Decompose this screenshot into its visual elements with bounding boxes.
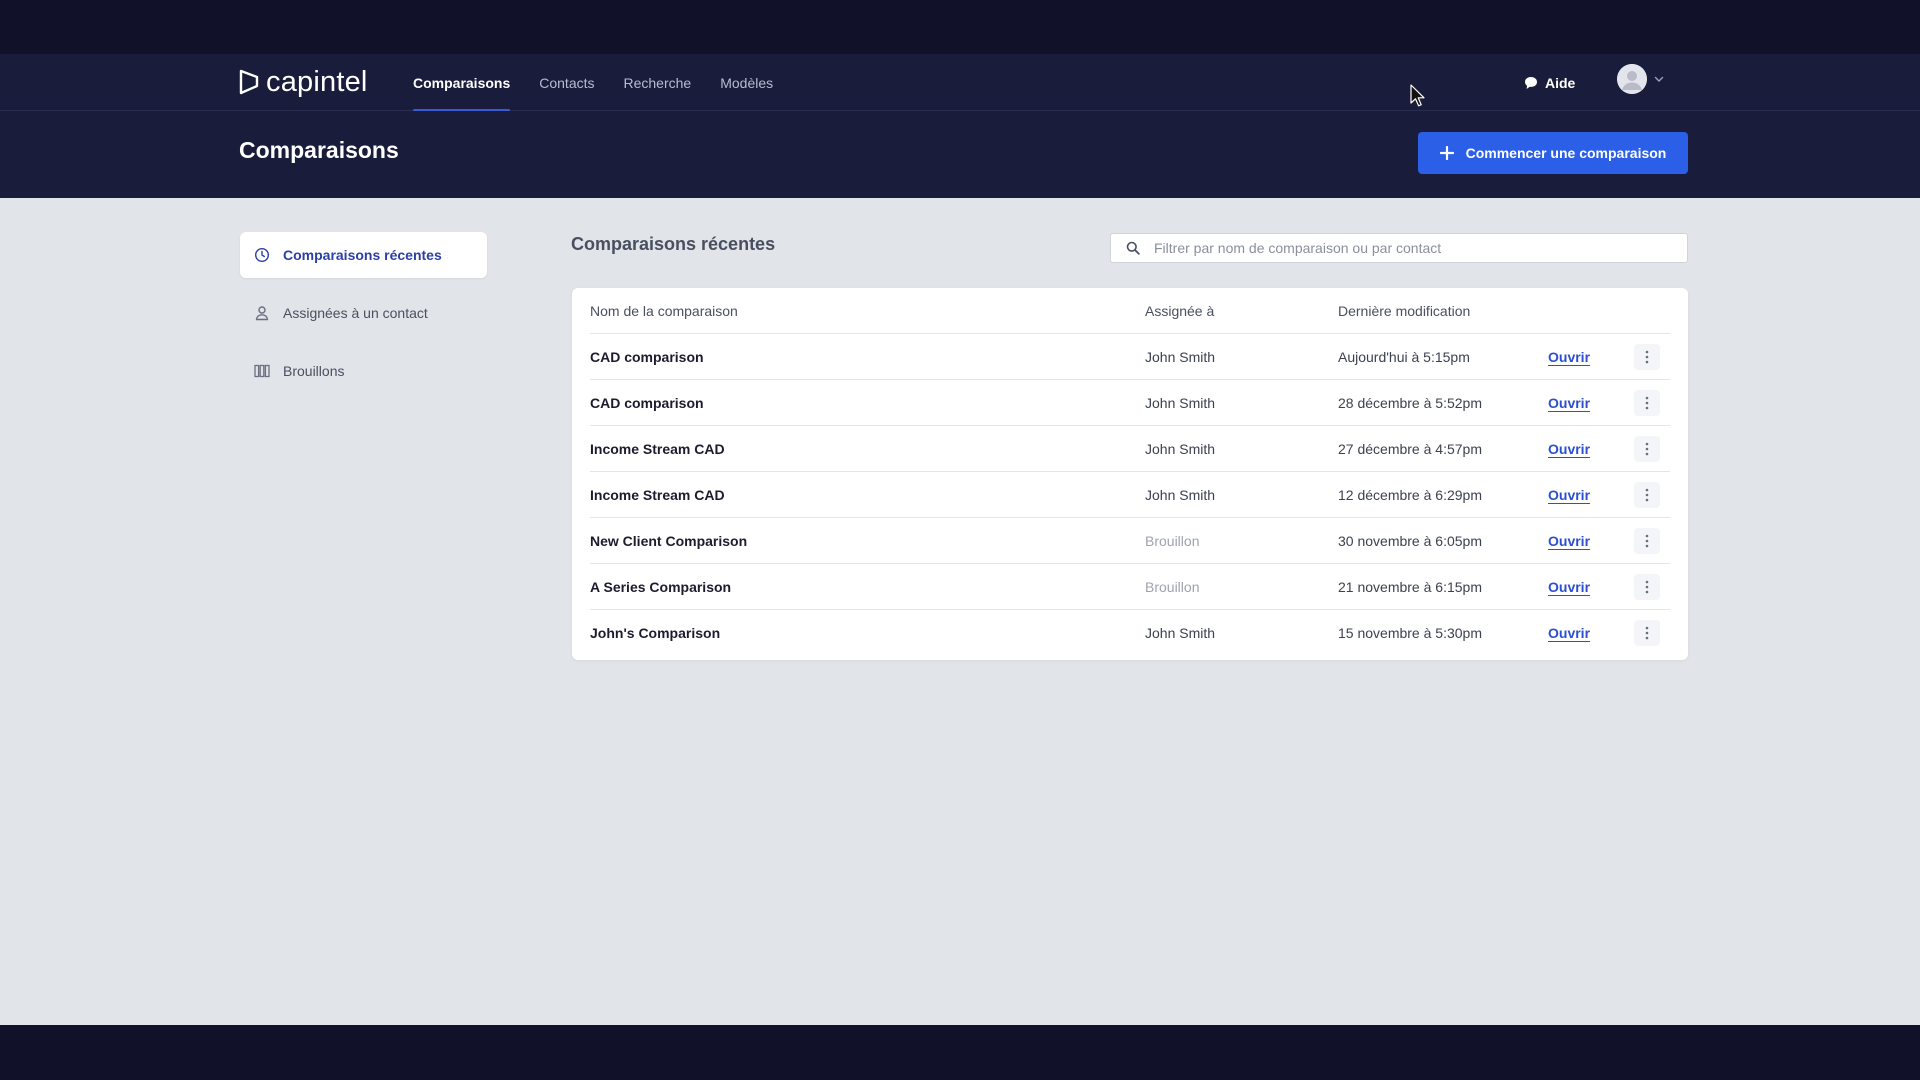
sidebar-item-label: Assignées à un contact [283, 305, 428, 321]
letterbox-bottom [0, 1025, 1920, 1080]
last-modified: 21 novembre à 6:15pm [1338, 579, 1482, 595]
more-vertical-icon [1645, 534, 1649, 548]
nav-links: Comparaisons Contacts Recherche Modèles [413, 54, 773, 112]
assigned-to: John Smith [1145, 487, 1216, 503]
open-link[interactable]: Ouvrir [1548, 487, 1590, 503]
sidebar: Comparaisons récentes Assignées à un con… [240, 232, 487, 406]
table-row[interactable]: New Client Comparison Brouillon 30 novem… [590, 518, 1670, 564]
more-vertical-icon [1645, 488, 1649, 502]
nav-link-contacts[interactable]: Contacts [539, 54, 594, 111]
start-comparison-button[interactable]: Commencer une comparaison [1418, 132, 1688, 174]
assigned-to: John Smith [1145, 441, 1216, 457]
open-link[interactable]: Ouvrir [1548, 349, 1590, 365]
comparison-name: John's Comparison [590, 625, 721, 641]
sidebar-item-drafts[interactable]: Brouillons [240, 348, 487, 394]
last-modified: 30 novembre à 6:05pm [1338, 533, 1482, 549]
comparison-name: CAD comparison [590, 395, 704, 411]
search-box [1110, 233, 1688, 263]
help-button[interactable]: Aide [1524, 70, 1575, 96]
section-title: Comparaisons récentes [571, 234, 776, 254]
table-row[interactable]: John's Comparison John Smith 15 novembre… [590, 610, 1670, 656]
table-row[interactable]: A Series Comparison Brouillon 21 novembr… [590, 564, 1670, 610]
assigned-to: Brouillon [1145, 579, 1200, 595]
comparison-name: Income Stream CAD [590, 441, 725, 457]
more-vertical-icon [1645, 626, 1649, 640]
assigned-to: Brouillon [1145, 533, 1200, 549]
table-row[interactable]: Income Stream CAD John Smith 12 décembre… [590, 472, 1670, 518]
table-row[interactable]: Income Stream CAD John Smith 27 décembre… [590, 426, 1670, 472]
help-label: Aide [1545, 75, 1576, 91]
row-actions-button[interactable] [1634, 390, 1660, 416]
open-link[interactable]: Ouvrir [1548, 441, 1590, 457]
comparison-name: Income Stream CAD [590, 487, 725, 503]
app-window: capintel Comparaisons Contacts Recherche… [0, 54, 1920, 1025]
last-modified: 15 novembre à 5:30pm [1338, 625, 1482, 641]
column-header-name[interactable]: Nom de la comparaison [590, 303, 738, 319]
person-icon [255, 306, 269, 321]
row-actions-button[interactable] [1634, 482, 1660, 508]
last-modified: 28 décembre à 5:52pm [1338, 395, 1482, 411]
comparison-name: A Series Comparison [590, 579, 732, 595]
open-link[interactable]: Ouvrir [1548, 533, 1590, 549]
logo-icon [239, 69, 259, 95]
sidebar-item-label: Comparaisons récentes [283, 247, 442, 263]
sidebar-item-label: Brouillons [283, 363, 345, 379]
comparisons-table: Nom de la comparaison Assignée à Dernièr… [572, 288, 1688, 660]
table-header: Nom de la comparaison Assignée à Dernièr… [590, 288, 1670, 334]
column-header-modified[interactable]: Dernière modification [1338, 303, 1470, 319]
search-input[interactable] [1154, 240, 1674, 256]
more-vertical-icon [1645, 580, 1649, 594]
letterbox-top [0, 0, 1920, 54]
clock-icon [254, 247, 270, 263]
start-comparison-label: Commencer une comparaison [1465, 145, 1667, 161]
table-row[interactable]: CAD comparison John Smith 28 décembre à … [590, 380, 1670, 426]
assigned-to: John Smith [1145, 395, 1216, 411]
more-vertical-icon [1645, 442, 1649, 456]
page-title: Comparaisons [239, 137, 399, 163]
chat-bubble-icon [1525, 77, 1537, 89]
open-link[interactable]: Ouvrir [1548, 579, 1590, 595]
nav-link-modeles[interactable]: Modèles [720, 54, 773, 111]
row-actions-button[interactable] [1634, 574, 1660, 600]
page-header: Comparaisons Commencer une comparaison [0, 111, 1920, 198]
mouse-cursor-icon [1410, 84, 1425, 107]
nav-link-recherche[interactable]: Recherche [624, 54, 692, 111]
avatar-icon [1617, 64, 1647, 94]
row-actions-button[interactable] [1634, 344, 1660, 370]
sidebar-item-recent[interactable]: Comparaisons récentes [240, 232, 487, 278]
top-navigation: capintel Comparaisons Contacts Recherche… [0, 54, 1920, 112]
sidebar-item-assigned[interactable]: Assignées à un contact [240, 290, 487, 336]
nav-link-comparaisons[interactable]: Comparaisons [413, 54, 511, 112]
row-actions-button[interactable] [1634, 436, 1660, 462]
logo-text: capintel [266, 65, 368, 98]
comparison-name: CAD comparison [590, 349, 704, 365]
row-actions-button[interactable] [1634, 528, 1660, 554]
columns-icon [254, 364, 270, 378]
more-vertical-icon [1645, 350, 1649, 364]
column-header-assigned[interactable]: Assignée à [1145, 303, 1214, 319]
last-modified: Aujourd'hui à 5:15pm [1338, 349, 1470, 365]
table-row[interactable]: CAD comparison John Smith Aujourd'hui à … [590, 334, 1670, 380]
assigned-to: John Smith [1145, 349, 1216, 365]
comparison-name: New Client Comparison [590, 533, 748, 549]
user-menu[interactable] [1617, 64, 1665, 94]
last-modified: 27 décembre à 4:57pm [1338, 441, 1482, 457]
open-link[interactable]: Ouvrir [1548, 625, 1590, 641]
assigned-to: John Smith [1145, 625, 1216, 641]
more-vertical-icon [1645, 396, 1649, 410]
logo[interactable]: capintel [238, 66, 368, 98]
open-link[interactable]: Ouvrir [1548, 395, 1590, 411]
plus-icon [1439, 146, 1454, 160]
search-icon [1126, 241, 1140, 255]
last-modified: 12 décembre à 6:29pm [1338, 487, 1482, 503]
row-actions-button[interactable] [1634, 620, 1660, 646]
chevron-down-icon [1654, 76, 1664, 82]
